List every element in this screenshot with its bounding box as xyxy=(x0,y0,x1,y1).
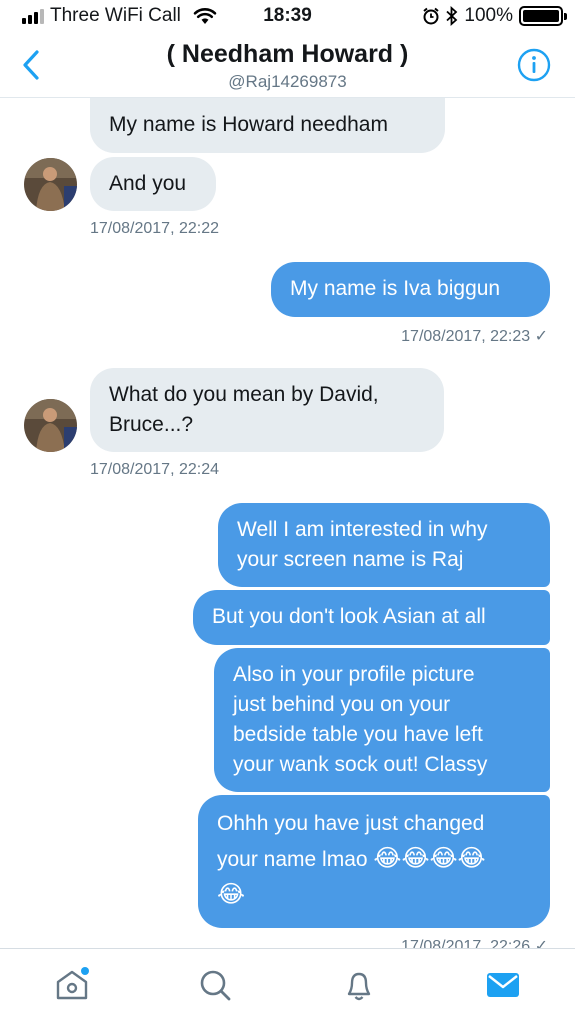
message-text-line: just behind you on your xyxy=(233,693,451,716)
sent-message[interactable]: But you don't look Asian at all xyxy=(193,590,550,645)
message-timestamp: 17/08/2017, 22:26 ✓ xyxy=(401,938,548,948)
message-text: But you don't look Asian at all xyxy=(212,605,486,628)
message-text-line: your name lmao 😂😂😂😂 xyxy=(217,841,531,877)
home-icon[interactable] xyxy=(54,967,90,1003)
notifications-icon[interactable] xyxy=(341,967,377,1003)
received-message[interactable]: My name is Howard needham xyxy=(90,98,445,153)
sent-message[interactable]: Well I am interested in why your screen … xyxy=(218,503,550,587)
message-text: your name lmao xyxy=(217,848,368,871)
battery-percent: 100% xyxy=(464,5,513,26)
info-button[interactable] xyxy=(517,48,551,82)
contact-avatar[interactable] xyxy=(24,158,77,211)
message-timestamp: 17/08/2017, 22:23 ✓ xyxy=(401,328,548,345)
message-text-line: Well I am interested in why xyxy=(237,518,488,541)
message-text-line: bedside table you have left xyxy=(233,723,483,746)
received-message[interactable]: What do you mean by David, Bruce...? xyxy=(90,368,444,452)
laughing-emoji-icon: 😂 xyxy=(217,880,246,908)
search-icon[interactable] xyxy=(197,967,233,1003)
alarm-icon xyxy=(423,7,440,25)
contact-handle[interactable]: @Raj14269873 xyxy=(0,72,575,92)
bottom-tab-bar xyxy=(0,948,575,1024)
conversation-header: ( Needham Howard ) @Raj14269873 xyxy=(0,34,575,98)
message-timestamp: 17/08/2017, 22:22 xyxy=(90,220,220,237)
message-text: My name is Howard needham xyxy=(109,113,388,136)
status-bar: Three WiFi Call 18:39 100% xyxy=(0,0,575,34)
message-timestamp: 17/08/2017, 22:24 xyxy=(90,461,220,478)
messages-icon[interactable] xyxy=(485,967,521,1003)
received-message[interactable]: And you xyxy=(90,157,216,211)
message-text-line: Ohhh you have just changed xyxy=(217,812,485,835)
message-text: And you xyxy=(109,172,187,195)
message-text-line: Also in your profile picture xyxy=(233,663,475,686)
status-right: 100% xyxy=(422,5,567,27)
message-text: My name is Iva biggun xyxy=(290,277,501,300)
message-text-line: Bruce...? xyxy=(109,413,194,436)
laughing-emoji-icon: 😂😂😂😂 xyxy=(373,844,486,872)
contact-avatar[interactable] xyxy=(24,399,77,452)
contact-name[interactable]: ( Needham Howard ) xyxy=(0,40,575,69)
bluetooth-icon xyxy=(446,6,458,26)
battery-icon xyxy=(519,6,567,26)
sent-message[interactable]: Also in your profile picture just behind… xyxy=(214,648,550,792)
message-text-line: your screen name is Raj xyxy=(237,548,464,571)
message-text-line: your wank sock out! Classy xyxy=(233,753,488,776)
sent-message[interactable]: Ohhh you have just changed your name lma… xyxy=(198,795,550,928)
sent-message[interactable]: My name is Iva biggun xyxy=(271,262,550,317)
message-text-line: What do you mean by David, xyxy=(109,383,379,406)
